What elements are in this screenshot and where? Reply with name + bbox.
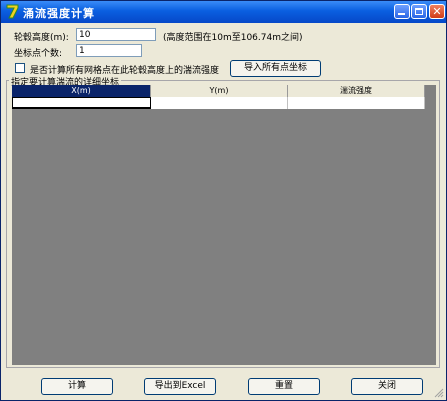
- table-row[interactable]: [12, 97, 425, 109]
- close-icon: ✕: [432, 5, 442, 18]
- import-coordinates-button[interactable]: 导入所有点坐标: [230, 60, 321, 77]
- dialog-window: 涌流强度计算 ✕ 轮毂高度(m): (高度范围在10m至106.74m之间) 坐…: [0, 0, 447, 401]
- resize-grip-icon[interactable]: [434, 388, 444, 398]
- maximize-icon: [415, 8, 423, 15]
- maximize-button[interactable]: [411, 4, 427, 19]
- points-count-input[interactable]: [76, 44, 142, 57]
- grid-header-x[interactable]: X(m): [12, 85, 151, 97]
- calculate-button[interactable]: 计算: [41, 378, 113, 395]
- all-grid-checkbox[interactable]: [15, 63, 25, 73]
- grid-cell-y[interactable]: [151, 97, 288, 109]
- grid-cell-x[interactable]: [12, 97, 151, 109]
- app-icon: [6, 4, 19, 19]
- window-title: 涌流强度计算: [23, 7, 95, 20]
- minimize-icon: [398, 13, 405, 15]
- title-bar[interactable]: 涌流强度计算 ✕: [1, 1, 446, 23]
- height-range-note: (高度范围在10m至106.74m之间): [163, 33, 303, 43]
- height-input[interactable]: [76, 28, 156, 41]
- close-button[interactable]: 关闭: [351, 378, 423, 395]
- points-label: 坐标点个数:: [14, 49, 63, 59]
- minimize-button[interactable]: [394, 4, 410, 19]
- close-window-button[interactable]: ✕: [429, 4, 445, 19]
- export-excel-button[interactable]: 导出到Excel: [144, 378, 216, 395]
- grid-header-intensity[interactable]: 湍流强度: [288, 85, 425, 97]
- coordinates-grid[interactable]: X(m) Y(m) 湍流强度: [12, 85, 436, 365]
- height-label: 轮毂高度(m):: [14, 33, 69, 43]
- reset-button[interactable]: 重置: [248, 378, 320, 395]
- grid-header-y[interactable]: Y(m): [151, 85, 288, 97]
- grid-cell-intensity[interactable]: [288, 97, 425, 109]
